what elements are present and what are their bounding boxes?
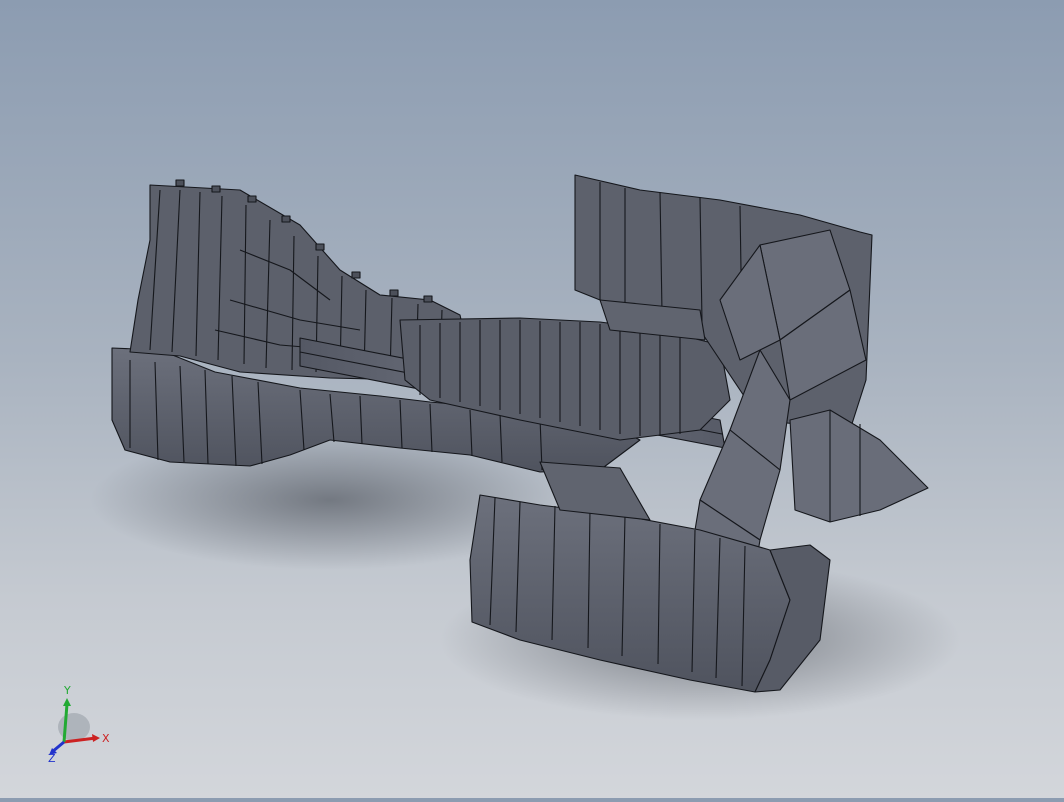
coordinate-triad: X Y Z [40, 682, 120, 765]
graphics-viewport[interactable] [0, 0, 1064, 798]
triad-y-label: Y [63, 684, 71, 697]
nose-cone [789, 409, 929, 523]
triad-z-label: Z [48, 752, 56, 762]
engine-model-view[interactable] [0, 0, 1064, 798]
triad-x-arrow [92, 734, 100, 742]
engine-model [111, 174, 929, 693]
triad-shadow [58, 713, 90, 741]
triad-x-label: X [102, 732, 110, 745]
triad-y-arrow [63, 698, 71, 706]
